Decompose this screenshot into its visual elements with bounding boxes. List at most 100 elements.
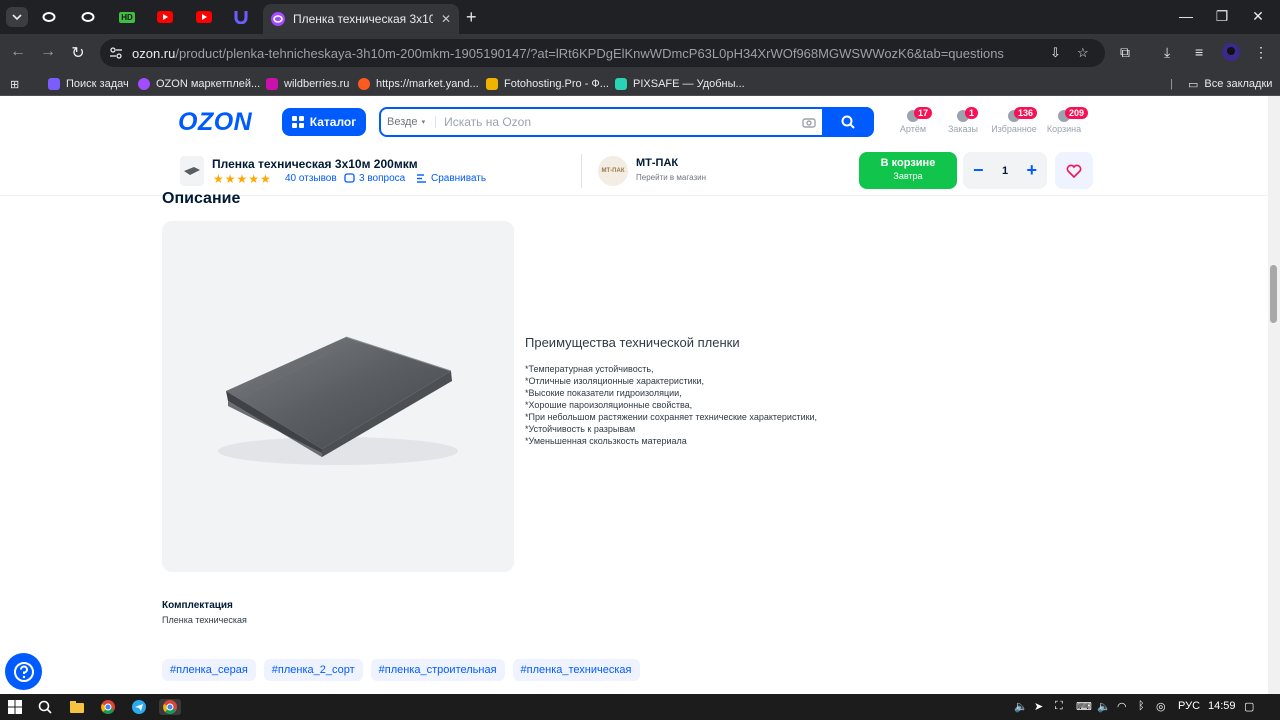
list-item: *Хорошие пароизоляционные свойства, [525, 400, 693, 410]
minimize-button[interactable]: — [1176, 8, 1196, 24]
bluetooth-icon[interactable]: ᛒ [1138, 700, 1145, 712]
bookmark-item[interactable]: wildberries.ru [266, 76, 349, 92]
catalog-label: Каталог [309, 115, 357, 129]
tab-youtube-2[interactable] [193, 7, 215, 27]
chrome-tray-icon[interactable]: ◎ [1156, 700, 1166, 713]
forward-icon[interactable]: → [38, 43, 58, 61]
scrollbar-thumb[interactable] [1270, 265, 1277, 323]
product-thumbnail[interactable] [180, 156, 204, 186]
chrome-icon[interactable] [100, 699, 116, 715]
list-item: *Температурная устойчивость, [525, 364, 654, 374]
bookmark-item[interactable]: OZON маркетплей... [138, 76, 260, 92]
profile-avatar[interactable] [1222, 43, 1240, 64]
profile-badge: 17 [914, 107, 933, 119]
start-button[interactable] [7, 699, 23, 715]
list-item: *Отличные изоляционные характеристики, [525, 376, 705, 386]
tab-active-product[interactable]: Пленка техническая 3х10м 200 ✕ [263, 4, 459, 34]
back-icon[interactable]: ← [8, 43, 28, 61]
close-tab-icon[interactable]: ✕ [441, 12, 451, 26]
language-indicator[interactable]: РУС [1178, 700, 1200, 712]
favorite-button[interactable] [1055, 152, 1093, 189]
reload-icon[interactable]: ↻ [68, 43, 88, 63]
bookmark-favicon [486, 78, 498, 90]
telegram-tray-icon[interactable]: ➤ [1034, 700, 1043, 713]
tab-ozon-2[interactable] [77, 7, 99, 27]
file-explorer-icon[interactable] [69, 699, 85, 715]
address-input[interactable]: ozon.ru/product/plenka-tehnicheskaya-3h1… [100, 39, 1105, 67]
in-cart-button[interactable]: В корзине Завтра [859, 152, 957, 189]
favorites-badge: 136 [1014, 107, 1038, 119]
reviews-link[interactable]: 40 отзывов [285, 173, 337, 184]
tag-link[interactable]: #пленка_серая [162, 659, 256, 681]
media-control-icon[interactable]: ≡ [1195, 44, 1203, 60]
bookmark-favicon [615, 78, 627, 90]
profile-link[interactable]: 17 Артём [887, 106, 939, 134]
chat-icon [344, 173, 355, 183]
windows-icon [8, 700, 22, 714]
notifications-icon[interactable]: ▢ [1244, 700, 1254, 713]
apps-grid-icon[interactable]: ⊞ [10, 76, 19, 92]
tag-link[interactable]: #пленка_строительная [370, 659, 505, 681]
site-settings-icon[interactable] [109, 46, 123, 60]
tab-ozon-1[interactable] [38, 7, 60, 27]
compare-icon [417, 174, 426, 183]
heart-icon [1066, 164, 1082, 178]
tab-u[interactable] [230, 7, 252, 27]
favorites-link[interactable]: 136 Избранное [988, 106, 1040, 134]
catalog-button[interactable]: Каталог [282, 108, 366, 136]
increase-button[interactable]: + [1026, 160, 1037, 181]
search-taskbar-button[interactable] [37, 699, 53, 715]
bookmark-favicon [358, 78, 370, 90]
search-input[interactable] [444, 115, 805, 129]
extensions-icon[interactable]: ⧉ [1120, 44, 1130, 61]
volume-icon[interactable]: 🔈 [1014, 700, 1028, 713]
questions-link[interactable]: 3 вопроса [344, 173, 405, 184]
ozon-logo[interactable]: OZON [178, 108, 252, 137]
decrease-button[interactable]: − [973, 160, 984, 181]
quantity-stepper: − 1 + [963, 152, 1047, 189]
browser-menu-icon[interactable]: ⋮ [1254, 44, 1268, 61]
bookmark-item[interactable]: Поиск задач [48, 76, 129, 92]
go-to-shop-link[interactable]: Перейти в магазин [636, 173, 706, 182]
close-window-button[interactable]: ✕ [1248, 8, 1268, 25]
u-logo-icon [234, 11, 248, 24]
question-icon [13, 661, 34, 682]
kit-value: Пленка техническая [162, 615, 247, 625]
bookmark-item[interactable]: https://market.yand... [358, 76, 479, 92]
search-button[interactable] [822, 107, 874, 137]
shop-name[interactable]: МТ-ПАК [636, 157, 678, 169]
list-item: *Устойчивость к разрывам [525, 424, 636, 434]
install-app-icon[interactable]: ⇩ [1050, 45, 1061, 61]
all-bookmarks-button[interactable]: ▭ Все закладки [1188, 76, 1272, 92]
clock[interactable]: 14:59 [1208, 700, 1236, 712]
new-tab-button[interactable]: + [466, 7, 477, 28]
camera-search-icon[interactable] [802, 116, 816, 131]
help-button[interactable] [5, 653, 42, 690]
telegram-icon[interactable] [131, 699, 147, 715]
downloads-icon[interactable]: ⤓ [1164, 44, 1170, 61]
orders-link[interactable]: 1 Заказы [937, 106, 989, 134]
tag-link[interactable]: #пленка_2_сорт [263, 659, 363, 681]
bookmark-item[interactable]: PIXSAFE — Удобны... [615, 76, 745, 92]
screenshot-tray-icon[interactable]: ⛶ [1055, 700, 1063, 713]
tab-youtube-1[interactable] [154, 7, 176, 27]
bookmark-item[interactable]: Fotohosting.Pro - Ф... [486, 76, 609, 92]
speaker-tray-icon[interactable]: 🔈 [1097, 700, 1111, 713]
shop-logo[interactable]: МТ-ПАК [598, 156, 628, 186]
sticky-product-bar: Пленка техническая 3x10м 200мкм ★★★★★ 40… [0, 146, 1268, 196]
tab-search-button[interactable] [6, 7, 28, 27]
windows-taskbar: 🔈 ➤ ⛶ ⌨ 🔈 ◠ ᛒ ◎ РУС 14:59 ▢ [0, 694, 1280, 720]
bookmark-star-icon[interactable]: ☆ [1077, 45, 1089, 61]
scrollbar-track[interactable] [1268, 96, 1280, 694]
youtube-icon [157, 11, 173, 23]
cart-link[interactable]: 209 Корзина [1038, 106, 1090, 134]
keyboard-tray-icon[interactable]: ⌨ [1076, 700, 1092, 713]
search-scope-select[interactable]: Везде ▾ [387, 116, 437, 128]
search-bar: Везде ▾ [379, 107, 874, 137]
tag-link[interactable]: #пленка_техническая [512, 659, 640, 681]
maximize-button[interactable]: ❐ [1212, 8, 1232, 25]
wifi-icon[interactable]: ◠ [1117, 700, 1127, 713]
tab-hd[interactable]: HD [116, 7, 138, 27]
compare-link[interactable]: Сравнивать [416, 173, 486, 184]
chrome-active-icon[interactable] [159, 699, 181, 715]
